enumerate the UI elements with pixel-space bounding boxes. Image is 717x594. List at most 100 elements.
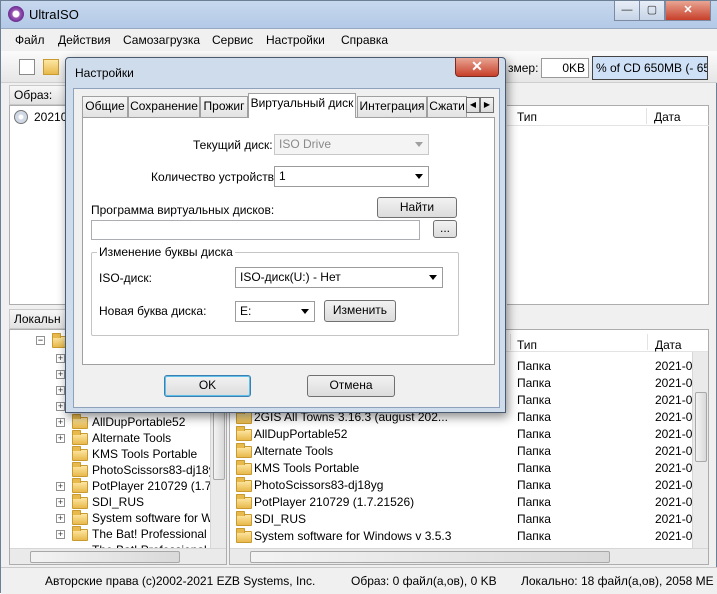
file-name: Alternate Tools <box>254 444 334 458</box>
folder-icon <box>72 462 88 477</box>
image-root-item[interactable]: 20210 <box>34 110 67 124</box>
expand-icon[interactable]: + <box>56 418 65 427</box>
file-type: Папка <box>517 529 551 543</box>
tab-scroll-left-button[interactable]: ◀ <box>466 97 480 113</box>
column-type[interactable]: Тип <box>517 338 537 352</box>
files-horizontal-scrollbar[interactable] <box>230 548 708 564</box>
tab-burn[interactable]: Прожиг <box>200 96 248 117</box>
expand-icon[interactable]: + <box>56 434 65 443</box>
menu-bar: Файл Действия Самозагрузка Сервис Настро… <box>1 29 717 51</box>
file-type: Папка <box>517 495 551 509</box>
folder-icon <box>72 510 88 525</box>
expand-icon[interactable]: + <box>56 498 65 507</box>
tab-save[interactable]: Сохранение <box>128 96 200 117</box>
minimize-button[interactable]: — <box>614 1 640 21</box>
cd-capacity-selector[interactable]: % of CD 650MB (- 650MB <box>592 56 708 80</box>
menu-boot[interactable]: Самозагрузка <box>123 33 200 47</box>
close-button[interactable]: ✕ <box>665 1 711 21</box>
tree-item[interactable]: PotPlayer 210729 (1.7.2 <box>92 479 221 493</box>
file-type: Папка <box>517 461 551 475</box>
menu-actions[interactable]: Действия <box>58 33 111 47</box>
menu-file[interactable]: Файл <box>15 33 45 47</box>
column-date[interactable]: Дата <box>655 338 682 352</box>
expand-icon[interactable]: + <box>56 354 65 363</box>
column-divider <box>646 108 647 124</box>
settings-dialog: Настройки ✕ Общие Сохранение Прожиг Вирт… <box>65 57 506 413</box>
new-letter-label: Новая буква диска: <box>99 304 207 318</box>
new-file-icon[interactable] <box>19 59 35 75</box>
tree-item[interactable]: KMS Tools Portable <box>92 447 197 461</box>
size-label: змер: <box>508 61 539 75</box>
tree-item[interactable]: System software for Win <box>92 511 222 525</box>
column-date[interactable]: Дата <box>654 110 681 124</box>
find-button[interactable]: Найти <box>377 197 457 218</box>
tree-item[interactable]: AllDupPortable52 <box>92 415 185 429</box>
device-count-combo[interactable]: 1 <box>274 166 429 187</box>
ok-button[interactable]: OK <box>164 375 251 397</box>
expand-icon[interactable]: + <box>56 402 65 411</box>
dialog-title: Настройки <box>75 66 134 80</box>
folder-icon <box>236 477 252 492</box>
status-local: Локально: 18 файл(а,ов), 2058 МЕ <box>521 574 714 588</box>
tree-item[interactable]: Alternate Tools <box>92 431 171 445</box>
tab-virtual-drive[interactable]: Виртуальный диск <box>248 93 356 118</box>
scroll-thumb[interactable] <box>30 551 180 563</box>
file-name: System software for Windows v 3.5.3 <box>254 529 452 543</box>
folder-icon <box>236 494 252 509</box>
tab-integration[interactable]: Интеграция <box>357 96 427 117</box>
current-drive-label: Текущий диск: <box>193 138 273 152</box>
file-type: Папка <box>517 393 551 407</box>
tab-general[interactable]: Общие <box>82 96 128 117</box>
folder-icon <box>72 494 88 509</box>
new-letter-value: E: <box>240 304 252 318</box>
scroll-thumb[interactable] <box>695 392 707 462</box>
image-files-pane: Тип Дата <box>507 105 709 305</box>
maximize-button[interactable]: ▢ <box>639 1 665 21</box>
tree-item[interactable]: PhotoScissors83-dj18yg <box>92 463 221 477</box>
collapse-icon[interactable]: − <box>36 336 45 345</box>
file-name: AllDupPortable52 <box>254 427 348 441</box>
folder-icon <box>72 414 88 429</box>
new-letter-combo[interactable]: E: <box>235 301 315 322</box>
file-type: Папка <box>517 376 551 390</box>
column-divider <box>510 334 511 350</box>
dialog-close-button[interactable]: ✕ <box>455 58 499 77</box>
program-path-field[interactable] <box>91 220 420 240</box>
iso-drive-value: ISO-диск(U:) - Нет <box>240 270 341 284</box>
folder-icon <box>236 528 252 543</box>
folder-icon <box>236 460 252 475</box>
tree-item[interactable]: SDI_RUS <box>92 495 144 509</box>
open-folder-icon[interactable] <box>43 59 59 75</box>
expand-icon[interactable]: + <box>56 386 65 395</box>
cancel-button[interactable]: Отмена <box>307 375 395 397</box>
menu-help[interactable]: Справка <box>341 33 388 47</box>
iso-drive-combo[interactable]: ISO-диск(U:) - Нет <box>235 267 443 288</box>
chevron-down-icon <box>415 142 423 147</box>
files-vertical-scrollbar[interactable] <box>692 352 708 548</box>
expand-icon[interactable]: + <box>56 530 65 539</box>
expand-icon[interactable]: + <box>56 514 65 523</box>
file-name: SDI_RUS <box>254 512 307 526</box>
status-copyright: Авторские права (c)2002-2021 EZB Systems… <box>45 574 316 588</box>
dialog-body: Общие Сохранение Прожиг Виртуальный диск… <box>73 88 500 408</box>
menu-settings[interactable]: Настройки <box>266 33 325 47</box>
folder-icon <box>72 478 88 493</box>
file-type: Папка <box>517 427 551 441</box>
tree-horizontal-scrollbar[interactable] <box>10 548 226 564</box>
tab-compression[interactable]: Сжати <box>427 96 467 117</box>
folder-icon <box>236 511 252 526</box>
tree-item[interactable]: The Bat! Professional 9.4 <box>92 527 226 541</box>
expand-icon[interactable]: + <box>56 370 65 379</box>
image-tree-pane: 20210 <box>9 105 69 305</box>
ultraiso-app-icon <box>8 6 24 22</box>
menu-service[interactable]: Сервис <box>212 33 253 47</box>
tab-scroll-right-button[interactable]: ▶ <box>480 97 494 113</box>
status-bar: Авторские права (c)2002-2021 EZB Systems… <box>1 567 717 594</box>
expand-icon[interactable]: + <box>56 482 65 491</box>
scroll-thumb[interactable] <box>250 551 610 563</box>
folder-icon <box>236 443 252 458</box>
change-letter-button[interactable]: Изменить <box>324 300 396 322</box>
disc-icon <box>14 110 28 124</box>
browse-button[interactable]: ... <box>433 220 457 238</box>
column-type[interactable]: Тип <box>517 110 537 124</box>
